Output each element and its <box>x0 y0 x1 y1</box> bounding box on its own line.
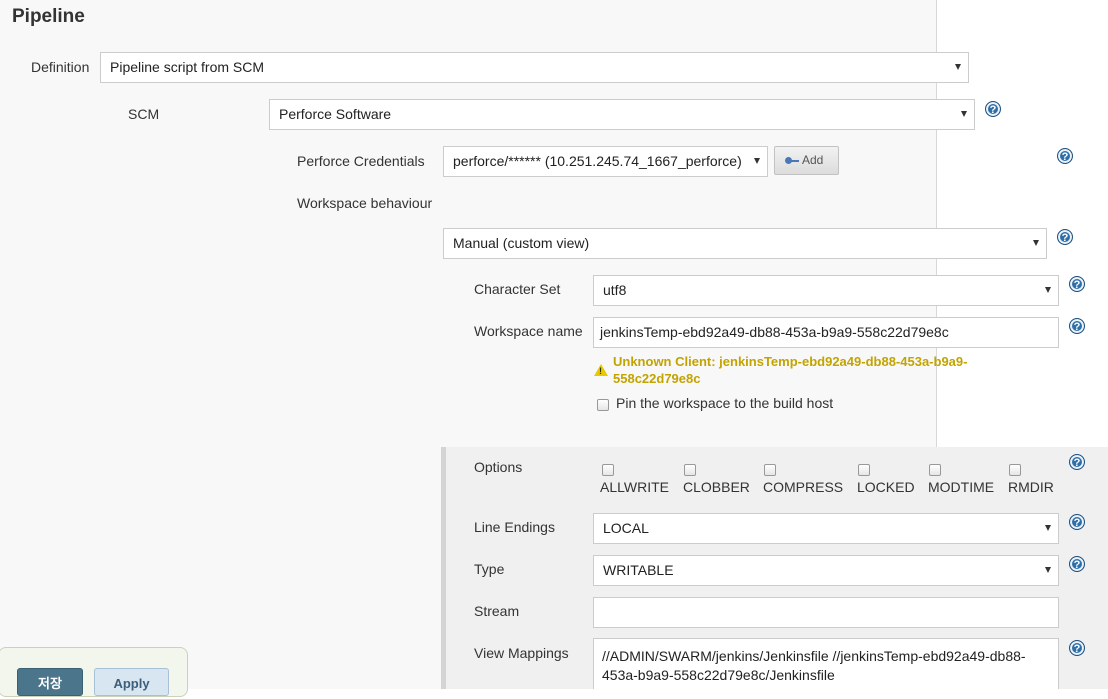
help-icon[interactable]: ? <box>1069 556 1085 572</box>
credentials-select[interactable]: perforce/****** (10.251.245.74_1667_perf… <box>443 146 768 177</box>
help-icon[interactable]: ? <box>985 101 1001 117</box>
definition-label: Definition <box>31 59 90 75</box>
type-value: WRITABLE <box>603 562 674 578</box>
option-rmdir-checkbox[interactable] <box>1009 464 1021 476</box>
definition-select[interactable]: Pipeline script from SCM <box>100 52 969 83</box>
help-icon[interactable]: ? <box>1069 640 1085 656</box>
option-compress-label: COMPRESS <box>763 479 844 495</box>
add-credentials-button[interactable]: Add <box>774 146 839 175</box>
credentials-label: Perforce Credentials <box>297 153 425 169</box>
scm-label: SCM <box>128 106 160 122</box>
line-endings-value: LOCAL <box>603 520 649 536</box>
chevron-down-icon <box>955 64 961 70</box>
help-icon[interactable]: ? <box>1057 229 1073 245</box>
view-mappings-label: View Mappings <box>474 645 569 661</box>
help-icon[interactable]: ? <box>1069 318 1085 334</box>
save-button[interactable]: 저장 <box>17 668 83 696</box>
stream-label: Stream <box>474 603 520 619</box>
scm-value: Perforce Software <box>279 106 392 122</box>
view-mappings-textarea[interactable]: //ADMIN/SWARM/jenkins/Jenkinsfile //jenk… <box>593 638 1059 689</box>
type-label: Type <box>474 561 505 577</box>
apply-button[interactable]: Apply <box>94 668 169 696</box>
charset-select[interactable]: utf8 <box>593 275 1059 306</box>
option-compress-checkbox[interactable] <box>764 464 776 476</box>
option-locked-checkbox[interactable] <box>858 464 870 476</box>
options-label: Options <box>474 459 523 475</box>
chevron-down-icon <box>754 158 760 164</box>
workspace-behaviour-value: Manual (custom view) <box>453 235 590 251</box>
chevron-down-icon <box>1045 567 1051 573</box>
workspace-name-input[interactable]: jenkinsTemp-ebd92a49-db88-453a-b9a9-558c… <box>593 317 1059 348</box>
workspace-name-label: Workspace name <box>474 323 583 339</box>
add-button-label: Add <box>802 153 824 167</box>
option-modtime-checkbox[interactable] <box>929 464 941 476</box>
line-endings-label: Line Endings <box>474 519 555 535</box>
workspace-behaviour-select[interactable]: Manual (custom view) <box>443 228 1047 259</box>
chevron-down-icon <box>1045 287 1051 293</box>
warning-icon: ! <box>594 364 608 376</box>
option-locked-label: LOCKED <box>857 479 915 495</box>
charset-label: Character Set <box>474 281 561 297</box>
help-icon[interactable]: ? <box>1069 276 1085 292</box>
chevron-down-icon <box>1033 240 1039 246</box>
workspace-warning: Unknown Client: jenkinsTemp-ebd92a49-db8… <box>613 354 968 386</box>
option-clobber-checkbox[interactable] <box>684 464 696 476</box>
option-clobber-label: CLOBBER <box>683 479 750 495</box>
type-select[interactable]: WRITABLE <box>593 555 1059 586</box>
help-icon[interactable]: ? <box>1069 454 1085 470</box>
section-title: Pipeline <box>12 6 85 27</box>
pin-workspace-checkbox[interactable] <box>597 399 609 411</box>
option-modtime-label: MODTIME <box>928 479 995 495</box>
option-allwrite-label: ALLWRITE <box>600 479 669 495</box>
option-rmdir-label: RMDIR <box>1008 479 1054 495</box>
stream-input[interactable] <box>593 597 1059 628</box>
panel-nesting-bar <box>441 447 446 689</box>
workspace-behaviour-label: Workspace behaviour <box>297 195 433 211</box>
help-icon[interactable]: ? <box>1057 148 1073 164</box>
option-allwrite-checkbox[interactable] <box>602 464 614 476</box>
help-icon[interactable]: ? <box>1069 514 1085 530</box>
pin-workspace-label: Pin the workspace to the build host <box>616 395 834 411</box>
chevron-down-icon <box>1045 525 1051 531</box>
definition-value: Pipeline script from SCM <box>110 59 265 75</box>
line-endings-select[interactable]: LOCAL <box>593 513 1059 544</box>
charset-value: utf8 <box>603 282 627 298</box>
scm-select[interactable]: Perforce Software <box>269 99 975 130</box>
chevron-down-icon <box>961 111 967 117</box>
credentials-value: perforce/****** (10.251.245.74_1667_perf… <box>453 153 742 169</box>
key-icon <box>785 156 799 165</box>
